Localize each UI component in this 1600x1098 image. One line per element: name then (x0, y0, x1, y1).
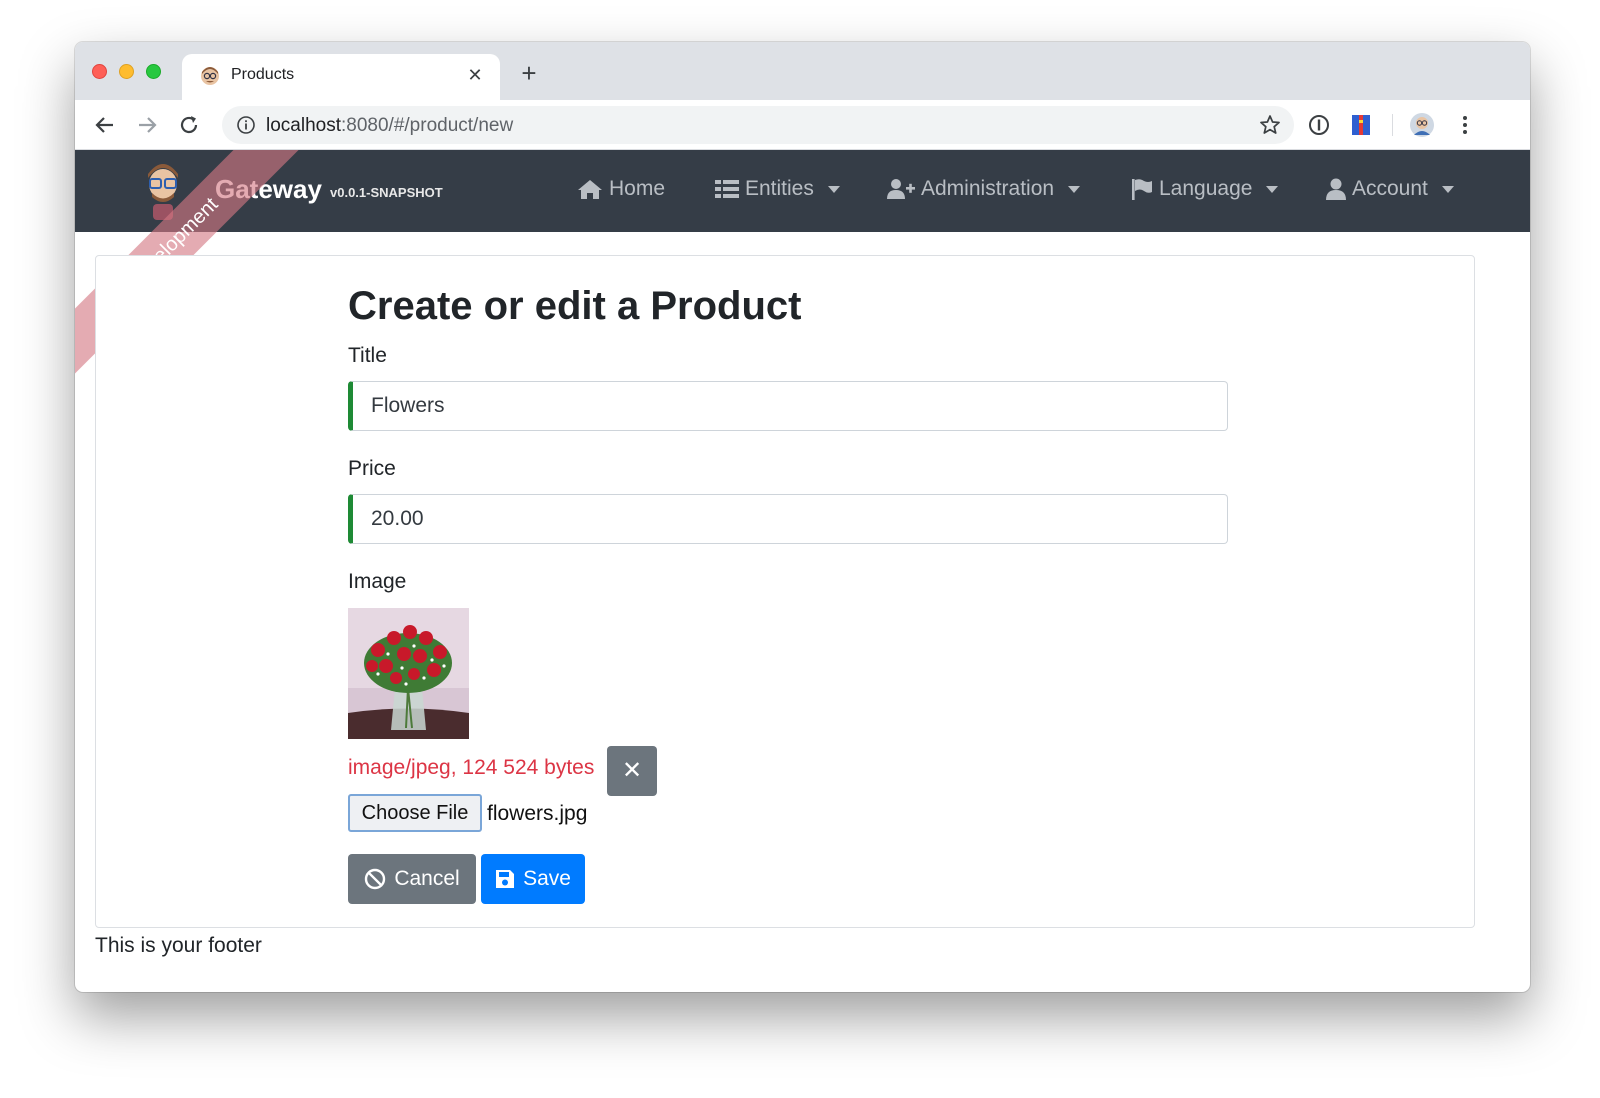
browser-toolbar: localhost:8080/#/product/new (75, 100, 1530, 150)
brand-title[interactable]: Gateway (215, 174, 322, 205)
price-label: Price (348, 457, 396, 480)
nav-administration-label: Administration (921, 177, 1055, 200)
nav-account[interactable]: Account (1326, 177, 1454, 201)
nav-home[interactable]: Home (577, 177, 665, 201)
browser-menu-icon[interactable] (1451, 111, 1479, 139)
nav-entities[interactable]: Entities (715, 177, 840, 201)
cancel-button[interactable]: Cancel (348, 854, 476, 904)
tab-products[interactable]: Products ✕ (182, 54, 500, 100)
back-icon[interactable] (91, 111, 119, 139)
nav-entities-label: Entities (745, 177, 814, 200)
tab-strip: Products ✕ + (75, 42, 1530, 100)
minimize-window-button[interactable] (119, 64, 134, 79)
list-icon (715, 180, 739, 198)
new-tab-button[interactable]: + (515, 60, 543, 88)
forward-icon[interactable] (133, 111, 161, 139)
tab-title: Products (231, 66, 295, 83)
product-image-preview (348, 608, 469, 739)
save-button-label: Save (523, 867, 571, 890)
home-icon (578, 180, 602, 199)
brand-logo-icon[interactable] (143, 160, 183, 220)
reload-icon[interactable] (175, 111, 203, 139)
save-icon (496, 870, 515, 888)
nav-administration[interactable]: Administration (887, 177, 1081, 201)
cancel-button-label: Cancel (394, 867, 460, 890)
nav-home-label: Home (609, 177, 666, 200)
nav-account-label: Account (1352, 177, 1428, 200)
save-button[interactable]: Save (481, 854, 585, 904)
choose-file-button[interactable]: Choose File (348, 794, 482, 832)
remove-image-button[interactable]: ✕ (607, 746, 657, 796)
nav-language-label: Language (1159, 177, 1253, 200)
price-input[interactable]: 20.00 (348, 494, 1228, 544)
page-footer: This is your footer (95, 934, 262, 957)
extension-icon[interactable] (1347, 111, 1375, 139)
browser-window: Products ✕ + localhost:8080/#/product/ne… (75, 42, 1530, 992)
title-input[interactable]: Flowers (348, 381, 1228, 431)
favicon-icon (201, 67, 219, 85)
app-navbar: Gateway v0.0.1-SNAPSHOT Home Entities Ad… (75, 150, 1530, 232)
url-path: :8080/#/product/new (341, 115, 514, 136)
page-title: Create or edit a Product (348, 284, 802, 328)
brand-version: v0.0.1-SNAPSHOT (330, 185, 443, 200)
chevron-down-icon (1068, 185, 1081, 193)
ban-icon (365, 868, 386, 890)
user-plus-icon (887, 179, 915, 199)
content-card: Create or edit a Product Title Flowers P… (95, 255, 1475, 928)
chevron-down-icon (1266, 185, 1279, 193)
nav-language[interactable]: Language (1131, 177, 1279, 201)
close-window-button[interactable] (92, 64, 107, 79)
title-label: Title (348, 344, 387, 367)
address-bar[interactable]: localhost:8080/#/product/new (222, 106, 1294, 144)
toolbar-separator (1392, 114, 1393, 136)
image-meta: image/jpeg, 124 524 bytes (348, 756, 595, 779)
url-host: localhost (266, 115, 341, 136)
profile-avatar-icon[interactable] (1408, 111, 1436, 139)
file-name: flowers.jpg (487, 802, 588, 825)
url-text[interactable]: localhost:8080/#/product/new (266, 115, 513, 137)
user-icon (1326, 178, 1346, 200)
bookmark-star-icon[interactable] (1258, 113, 1282, 137)
image-label: Image (348, 570, 407, 593)
chevron-down-icon (827, 185, 840, 193)
password-manager-icon[interactable] (1305, 111, 1333, 139)
flag-icon (1132, 179, 1152, 200)
maximize-window-button[interactable] (146, 64, 161, 79)
site-info-icon[interactable] (236, 115, 256, 135)
tab-close-icon[interactable]: ✕ (464, 64, 486, 86)
chevron-down-icon (1441, 185, 1454, 193)
